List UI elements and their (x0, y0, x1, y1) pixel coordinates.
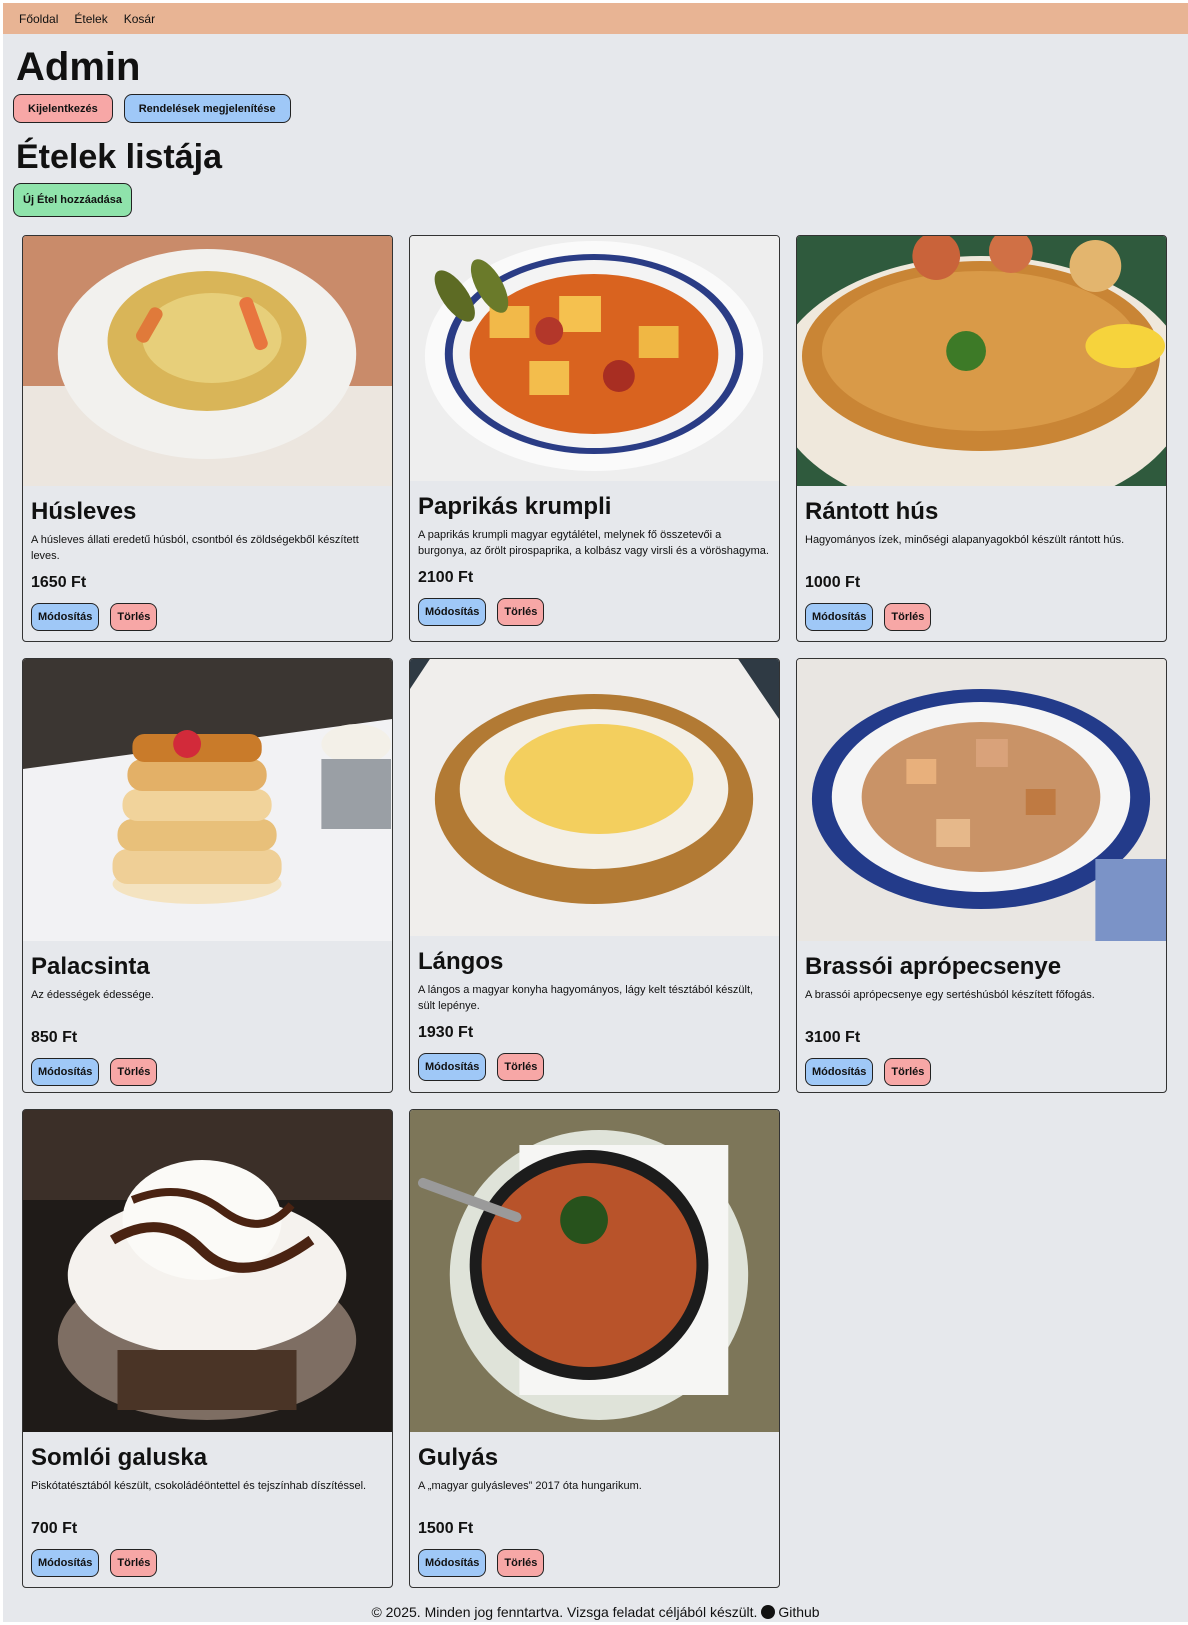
edit-button[interactable]: Módosítás (805, 603, 874, 631)
food-name: Palacsinta (31, 953, 150, 980)
food-image (23, 236, 392, 486)
food-name: Húsleves (31, 498, 137, 525)
food-description: A húsleves állati eredetű húsból, csontb… (31, 534, 359, 562)
food-price: 2100 Ft (418, 569, 474, 586)
show-orders-button[interactable]: Rendelések megjelenítése (123, 94, 291, 123)
github-link[interactable]: Github (761, 1604, 820, 1620)
food-description: Az édességek édessége. (31, 989, 154, 1001)
food-image (23, 1110, 392, 1432)
food-description: A lángos a magyar konyha hagyományos, lá… (418, 984, 754, 1012)
food-card: Somlói galuska Piskótatésztából készült,… (22, 1109, 393, 1588)
delete-button[interactable]: Törlés (110, 603, 158, 631)
edit-button[interactable]: Módosítás (418, 598, 487, 626)
github-icon (761, 1605, 776, 1619)
food-price: 850 Ft (31, 1029, 78, 1046)
food-price: 3100 Ft (805, 1029, 861, 1046)
food-name: Brassói aprópecsenye (805, 953, 1062, 980)
delete-button[interactable]: Törlés (110, 1549, 158, 1577)
edit-button[interactable]: Módosítás (31, 1058, 100, 1086)
admin-actions: Kijelentkezés Rendelések megjelenítése (13, 94, 1178, 123)
footer-note: Vizsga feladat céljából készült. (567, 1604, 758, 1620)
food-name: Paprikás krumpli (418, 493, 612, 520)
delete-button[interactable]: Törlés (884, 603, 932, 631)
delete-button[interactable]: Törlés (884, 1058, 932, 1086)
food-name: Somlói galuska (31, 1444, 208, 1471)
food-image (23, 659, 392, 941)
main-content: Admin Kijelentkezés Rendelések megjelení… (3, 34, 1188, 1588)
food-image (797, 659, 1166, 941)
section-title: Ételek listája (16, 138, 223, 176)
food-card: Paprikás krumpli A paprikás krumpli magy… (409, 235, 780, 642)
food-card: Palacsinta Az édességek édessége. 850 Ft… (22, 658, 393, 1093)
edit-button[interactable]: Módosítás (31, 603, 100, 631)
food-grid: Húsleves A húsleves állati eredetű húsbó… (22, 235, 1178, 1588)
food-card: Rántott hús Hagyományos ízek, minőségi a… (796, 235, 1167, 642)
food-price: 1000 Ft (805, 574, 861, 591)
edit-button[interactable]: Módosítás (805, 1058, 874, 1086)
footer: © 2025. Minden jog fenntartva. Vizsga fe… (3, 1604, 1188, 1620)
delete-button[interactable]: Törlés (497, 1053, 545, 1081)
food-card: Húsleves A húsleves állati eredetű húsbó… (22, 235, 393, 642)
food-image (410, 659, 779, 936)
food-price: 1650 Ft (31, 574, 87, 591)
nav-foods[interactable]: Ételek (74, 12, 107, 26)
food-description: A brassói aprópecsenye egy sertéshúsból … (805, 989, 1095, 1001)
food-description: A paprikás krumpli magyar egytálétel, me… (418, 529, 769, 557)
page-title: Admin (16, 45, 141, 89)
food-name: Lángos (418, 948, 504, 975)
food-description: A „magyar gulyásleves” 2017 óta hungarik… (418, 1480, 642, 1492)
footer-copyright: © 2025. Minden jog fenntartva. (371, 1604, 564, 1620)
nav-home[interactable]: Főoldal (19, 12, 58, 26)
page: Főoldal Ételek Kosár Admin Kijelentkezés… (3, 3, 1188, 1622)
food-price: 1500 Ft (418, 1520, 474, 1537)
edit-button[interactable]: Módosítás (418, 1053, 487, 1081)
top-navbar: Főoldal Ételek Kosár (3, 3, 1188, 34)
edit-button[interactable]: Módosítás (418, 1549, 487, 1577)
food-image (797, 236, 1166, 486)
food-image (410, 1110, 779, 1432)
edit-button[interactable]: Módosítás (31, 1549, 100, 1577)
logout-button[interactable]: Kijelentkezés (13, 94, 113, 123)
food-card: Gulyás A „magyar gulyásleves” 2017 óta h… (409, 1109, 780, 1588)
food-card: Lángos A lángos a magyar konyha hagyomán… (409, 658, 780, 1093)
delete-button[interactable]: Törlés (110, 1058, 158, 1086)
nav-cart[interactable]: Kosár (124, 12, 155, 26)
food-description: Hagyományos ízek, minőségi alapanyagokbó… (805, 534, 1125, 546)
food-name: Rántott hús (805, 498, 939, 525)
github-label: Github (778, 1604, 820, 1620)
add-food-button[interactable]: Új Étel hozzáadása (13, 183, 133, 217)
food-image (410, 236, 779, 481)
delete-button[interactable]: Törlés (497, 598, 545, 626)
food-price: 700 Ft (31, 1520, 78, 1537)
food-name: Gulyás (418, 1444, 499, 1471)
food-description: Piskótatésztából készült, csokoládéöntet… (31, 1480, 367, 1492)
food-price: 1930 Ft (418, 1024, 474, 1041)
delete-button[interactable]: Törlés (497, 1549, 545, 1577)
food-card: Brassói aprópecsenye A brassói aprópecse… (796, 658, 1167, 1093)
